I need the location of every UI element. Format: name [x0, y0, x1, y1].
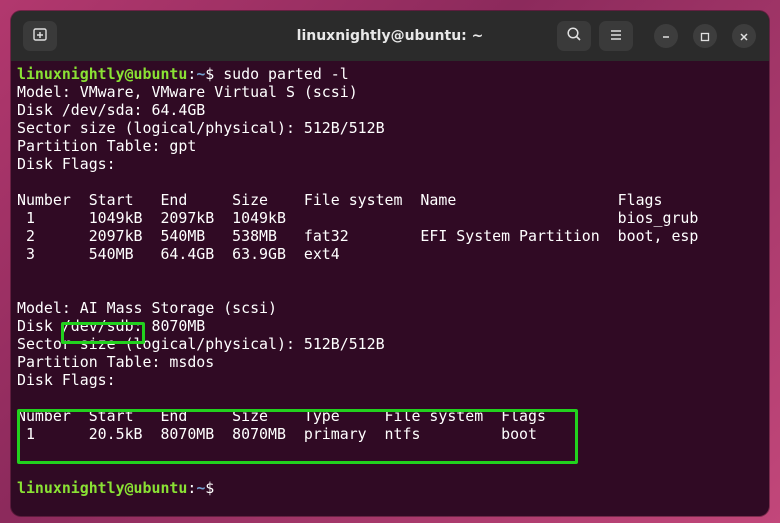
final-prompt-line: linuxnightly@ubuntu:~$ — [17, 479, 214, 497]
prompt-dollar: $ — [205, 479, 215, 497]
new-tab-icon — [32, 26, 48, 46]
output-line: Sector size (logical/physical): 512B/512… — [17, 119, 385, 137]
search-icon — [566, 26, 582, 46]
maximize-button[interactable] — [693, 24, 717, 48]
prompt-user-host: linuxnightly@ubuntu — [17, 65, 188, 83]
new-tab-button[interactable] — [23, 21, 57, 51]
title-bar: linuxnightly@ubuntu: ~ — [11, 11, 769, 61]
search-button[interactable] — [557, 21, 591, 51]
terminal-output[interactable]: linuxnightly@ubuntu:~$ sudo parted -l Mo… — [17, 65, 769, 516]
window-title: linuxnightly@ubuntu: ~ — [296, 28, 484, 44]
maximize-icon — [700, 27, 710, 46]
prompt-separator: : — [187, 65, 197, 83]
minimize-icon — [661, 27, 671, 46]
output-line: Model: VMware, VMware Virtual S (scsi) — [17, 83, 358, 101]
command-line: linuxnightly@ubuntu:~$ sudo parted -l — [17, 65, 349, 83]
partition-table-highlight — [17, 409, 578, 464]
close-icon — [739, 27, 749, 46]
output-line: Model: AI Mass Storage (scsi) — [17, 299, 277, 317]
output-line: Disk Flags: — [17, 155, 116, 173]
terminal-window: linuxnightly@ubuntu: ~ linuxnightly@ubun… — [11, 11, 769, 516]
output-line: Number Start End Size File system Name F… — [17, 191, 663, 209]
prompt-path: ~ — [196, 479, 206, 497]
output-line: Partition Table: gpt — [17, 137, 197, 155]
output-line: Disk Flags: — [17, 371, 116, 389]
hamburger-menu-icon — [609, 27, 623, 46]
prompt-dollar: $ — [205, 65, 215, 83]
close-button[interactable] — [732, 24, 756, 48]
output-line: Partition Table: msdos — [17, 353, 215, 371]
output-line: Disk /dev/sda: 64.4GB — [17, 101, 206, 119]
menu-button[interactable] — [599, 21, 633, 51]
output-line: 1 1049kB 2097kB 1049kB bios_grub — [17, 209, 699, 227]
output-line: 2 2097kB 540MB 538MB fat32 EFI System Pa… — [17, 227, 699, 245]
minimize-button[interactable] — [654, 24, 678, 48]
prompt-path: ~ — [196, 65, 206, 83]
prompt-user-host: linuxnightly@ubuntu — [17, 479, 188, 497]
output-line: 3 540MB 64.4GB 63.9GB ext4 — [17, 245, 340, 263]
sdb-device-highlight — [61, 322, 145, 344]
prompt-separator: : — [187, 479, 197, 497]
command-text: sudo parted -l — [214, 65, 349, 83]
